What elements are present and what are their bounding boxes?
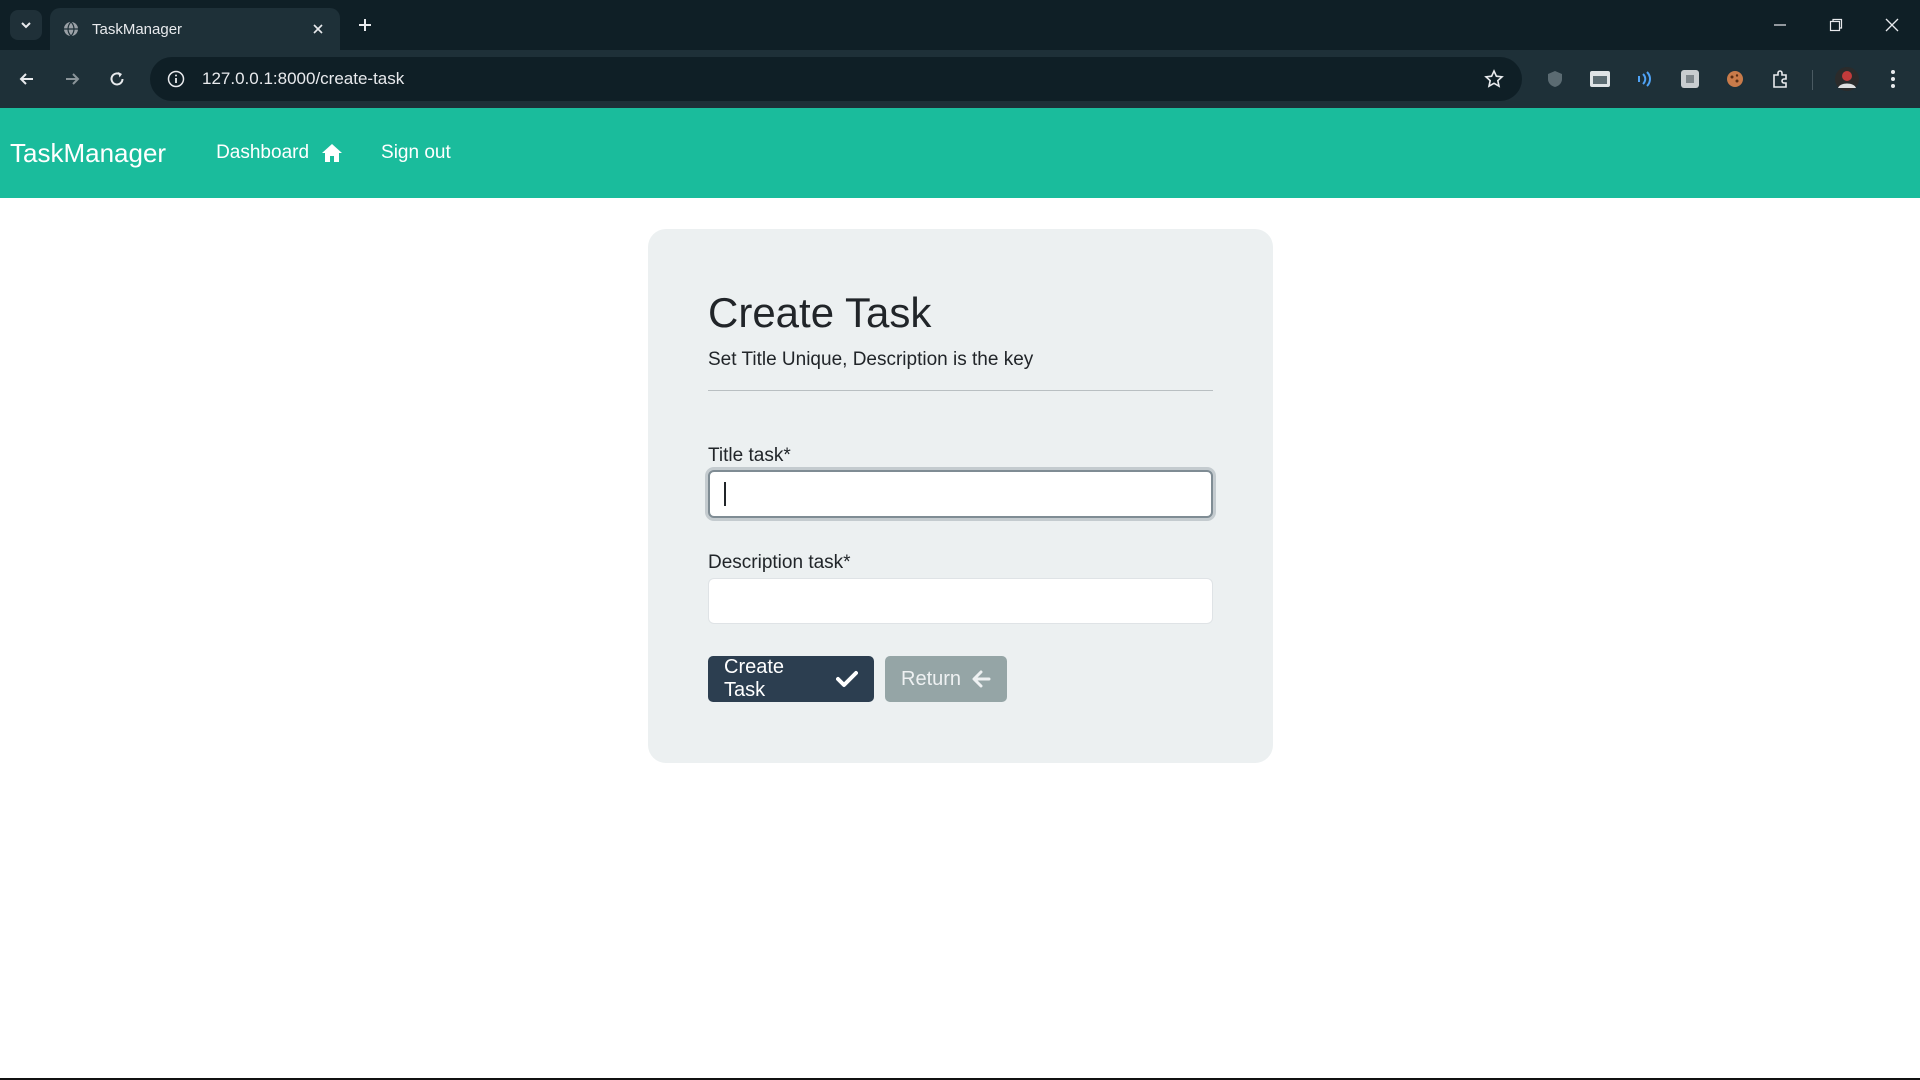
site-info-icon[interactable] [154,57,198,101]
arrow-left-icon [19,73,33,85]
page-title: Create Task [708,289,932,336]
reload-icon [110,72,124,86]
globe-icon [62,20,80,38]
extension-grey-icon[interactable] [1673,62,1707,96]
browser-toolbar: 127.0.0.1:8000/create-task [0,50,1920,108]
return-button[interactable]: Return [885,656,1007,702]
extension-audio-icon[interactable] [1628,62,1662,96]
url-text[interactable]: 127.0.0.1:8000/create-task [202,69,1474,89]
browser-tabstrip: TaskManager [0,0,1920,50]
restore-icon [1829,18,1843,32]
divider [708,390,1213,391]
extension-cookie-icon[interactable] [1718,62,1752,96]
window-controls [1752,0,1920,50]
plus-icon [359,19,371,31]
arrow-right-icon [66,73,80,85]
close-icon [1885,18,1899,32]
address-bar[interactable]: 127.0.0.1:8000/create-task [150,57,1522,101]
tab-search-button[interactable] [10,10,42,40]
new-tab-button[interactable] [352,12,378,38]
minimize-button[interactable] [1752,0,1808,50]
back-button[interactable] [10,62,44,96]
page-subtitle: Set Title Unique, Description is the key [708,349,1034,370]
check-icon [836,670,858,688]
forward-button[interactable] [55,62,89,96]
nav-dashboard-link[interactable]: Dashboard [216,142,343,164]
create-task-card: Create Task Set Title Unique, Descriptio… [648,229,1273,763]
text-caret [724,482,726,506]
arrow-left-icon [971,670,991,688]
description-task-input[interactable] [708,578,1213,624]
brand-logo[interactable]: TaskManager [10,138,166,169]
description-task-label: Description task* [708,552,851,573]
reload-button[interactable] [100,62,134,96]
tab-title: TaskManager [92,20,183,38]
toolbar-separator [1812,70,1813,90]
close-window-button[interactable] [1864,0,1920,50]
extension-window-icon[interactable] [1583,62,1617,96]
nav-dashboard-label: Dashboard [216,142,310,163]
title-task-input[interactable] [708,470,1213,518]
close-tab-icon[interactable] [308,19,328,39]
title-task-label: Title task* [708,445,791,466]
extensions-puzzle-icon[interactable] [1763,62,1797,96]
app-navbar: TaskManager Dashboard Sign out [0,108,1920,198]
return-button-label: Return [901,667,962,690]
profile-avatar[interactable] [1830,62,1864,96]
bookmark-star-icon[interactable] [1474,59,1514,99]
create-task-button-label: Create Task [724,656,785,701]
extension-shield-icon[interactable] [1538,62,1572,96]
browser-tab[interactable]: TaskManager [50,8,340,50]
create-task-button[interactable]: Create Task [708,656,874,702]
chevron-down-icon [21,22,31,29]
home-icon [321,143,343,163]
browser-menu-icon[interactable] [1876,62,1910,96]
minimize-icon [1774,24,1786,26]
restore-button[interactable] [1808,0,1864,50]
nav-signout-link[interactable]: Sign out [381,142,451,164]
